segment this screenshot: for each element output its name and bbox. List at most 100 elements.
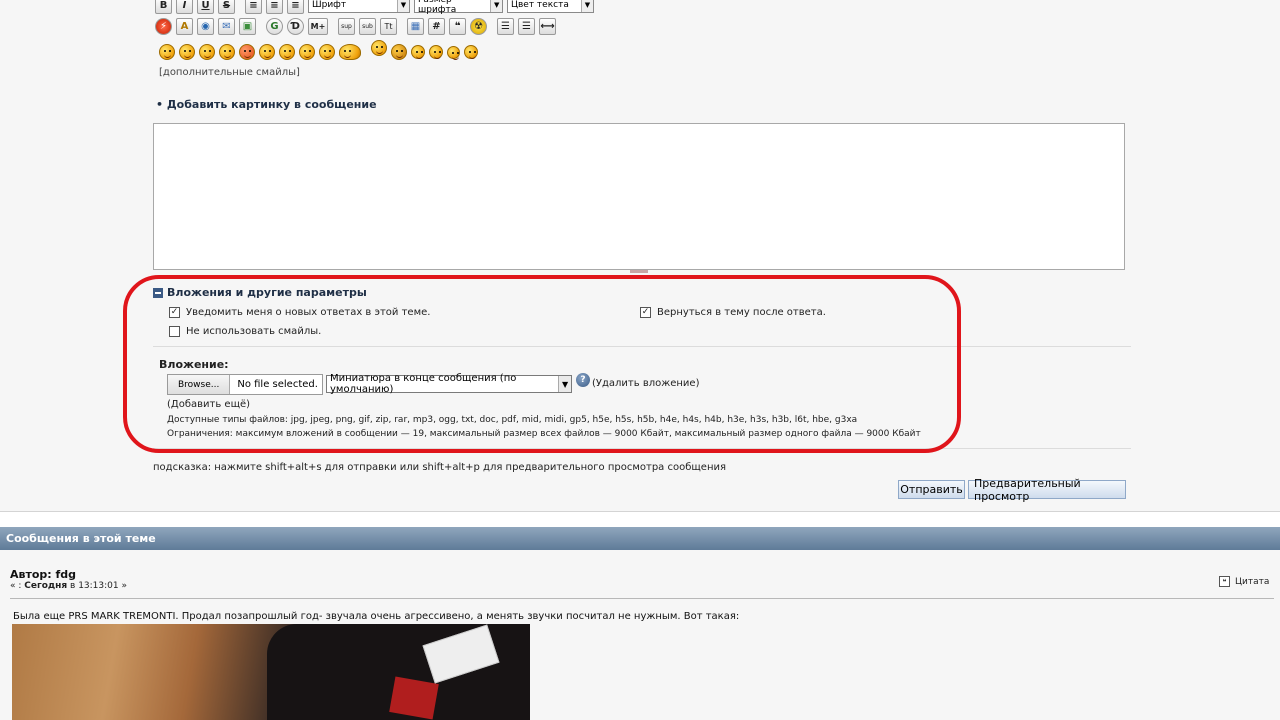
code-button[interactable]: # (428, 17, 445, 35)
sunglasses-smiley-icon[interactable] (319, 44, 335, 60)
bold-button[interactable]: B (155, 0, 172, 14)
teletype-button[interactable]: Tt (380, 17, 397, 35)
table-button[interactable]: ▦ (407, 17, 424, 35)
post-date: « : Сегодня в 13:13:01 » (10, 581, 127, 591)
email-link-button[interactable]: ✉ (218, 17, 235, 35)
flash-button[interactable]: ⚡ (155, 17, 172, 35)
smiley-icon[interactable] (411, 45, 425, 59)
glow-button[interactable]: A (176, 17, 193, 35)
quote-button[interactable]: ❝ (449, 17, 466, 35)
browse-button[interactable]: Browse... (168, 375, 231, 394)
smiley-icon[interactable] (429, 45, 443, 59)
italic-button[interactable]: I (176, 0, 193, 14)
no-smileys-checkbox[interactable] (169, 326, 180, 337)
textarea-resize-handle[interactable] (630, 270, 648, 273)
m-plus-button[interactable]: M+ (308, 17, 328, 35)
file-input[interactable]: Browse... No file selected. (167, 374, 323, 395)
smiley-icon[interactable] (159, 44, 175, 60)
divider (153, 346, 1131, 347)
globe-icon: ◉ (201, 20, 210, 32)
horizontal-rule-button[interactable]: ⟷ (539, 17, 556, 35)
subscript-button[interactable]: sub (359, 17, 376, 35)
thread-messages-header: Сообщения в этой теме (0, 527, 1280, 550)
image-icon: ▣ (242, 20, 253, 32)
logo-sticker-shape (389, 676, 439, 720)
quote-icon: ❝ (1219, 576, 1230, 587)
chevron-down-icon: ▼ (558, 376, 571, 392)
add-more-attachments-link[interactable]: (Добавить ещё) (167, 399, 250, 410)
smiley-icon[interactable] (339, 44, 361, 60)
font-select[interactable]: Шрифт ▼ (308, 0, 410, 13)
format-toolbar-row-1: B I U S ≡ ≡ ≡ Шрифт ▼ Размер шрифта ▼ Цвет… (155, 0, 598, 15)
flash-icon: ⚡ (159, 20, 168, 32)
quote-icon: ❝ (454, 20, 461, 32)
post-image (12, 624, 530, 720)
text-color-select[interactable]: Цвет текста ▼ (507, 0, 594, 13)
nuclear-button[interactable]: ☢ (470, 17, 487, 35)
attachment-limits: Ограничения: максимум вложений в сообщен… (167, 429, 921, 439)
notify-checkbox[interactable]: ✓ (169, 307, 180, 318)
align-right-button[interactable]: ≡ (287, 0, 304, 14)
numbered-list-button[interactable]: ☰ (518, 17, 535, 35)
format-toolbar-row-2: ⚡ A ◉ ✉ ▣ G Ɗ M+ sup sub Tt ▦ # ❝ ☢ ☰ ☰ … (155, 17, 560, 35)
g-button[interactable]: G (266, 17, 283, 35)
submit-button[interactable]: Отправить (898, 480, 965, 499)
collapse-icon (153, 287, 163, 298)
attachments-options-toggle[interactable]: Вложения и другие параметры (153, 286, 367, 299)
font-size-select[interactable]: Размер шрифта ▼ (414, 0, 503, 15)
post-divider (10, 598, 1274, 599)
keyboard-hint: подсказка: нажмите shift+alt+s для отпра… (153, 462, 727, 473)
d-button[interactable]: Ɗ (287, 17, 304, 35)
chevron-down-icon: ▼ (490, 0, 502, 12)
web-link-button[interactable]: ◉ (197, 17, 214, 35)
return-checkbox[interactable]: ✓ (640, 307, 651, 318)
underline-button[interactable]: U (197, 0, 214, 14)
glow-icon: A (180, 20, 189, 32)
insert-image-button[interactable]: ▣ (239, 17, 256, 35)
no-smileys-option: Не использовать смайлы. (169, 326, 321, 337)
preview-button[interactable]: Предварительный просмотр (968, 477, 1126, 503)
allowed-file-types: Доступные типы файлов: jpg, jpeg, png, g… (167, 415, 858, 425)
bullet-list-button[interactable]: ☰ (497, 17, 514, 35)
align-right-icon: ≡ (291, 0, 300, 11)
chevron-down-icon: ▼ (397, 0, 409, 12)
horizontal-rule-icon: ⟷ (540, 20, 555, 32)
bullet-list-icon: ☰ (501, 20, 510, 32)
more-smileys-link[interactable]: [дополнительные смайлы] (159, 67, 300, 78)
table-icon: ▦ (410, 20, 421, 32)
smiley-bar (159, 40, 478, 60)
align-left-icon: ≡ (249, 0, 258, 11)
superscript-button[interactable]: sup (338, 17, 355, 35)
align-center-button[interactable]: ≡ (266, 0, 283, 14)
radiation-icon: ☢ (474, 20, 483, 32)
thumbnail-select[interactable]: Миниатюра в конце сообщения (по умолчани… (326, 373, 572, 395)
message-textarea[interactable] (153, 123, 1125, 270)
remove-attachment-link[interactable]: (Удалить вложение) (592, 378, 699, 389)
smiley-icon[interactable] (371, 40, 387, 56)
return-option: ✓ Вернуться в тему после ответа. (640, 307, 826, 318)
smiley-icon[interactable] (239, 44, 255, 60)
align-left-button[interactable]: ≡ (245, 0, 262, 14)
smiley-icon[interactable] (279, 44, 295, 60)
align-center-icon: ≡ (270, 0, 279, 11)
smiley-icon[interactable] (179, 44, 195, 60)
smiley-icon[interactable] (447, 45, 460, 60)
email-icon: ✉ (222, 20, 231, 32)
numbered-list-icon: ☰ (522, 20, 531, 32)
smiley-icon[interactable] (199, 44, 215, 60)
smiley-icon[interactable] (299, 44, 315, 60)
file-status: No file selected. (237, 379, 318, 390)
help-icon[interactable]: ? (576, 373, 590, 387)
notify-option: ✓ Уведомить меня о новых ответах в этой … (169, 307, 431, 318)
quote-post-button[interactable]: ❝ Цитата (1219, 576, 1269, 587)
smiley-icon[interactable] (464, 45, 478, 59)
divider (153, 448, 1131, 449)
smiley-icon[interactable] (259, 44, 275, 60)
smiley-icon[interactable] (219, 44, 235, 60)
smiley-icon[interactable] (391, 44, 407, 60)
strike-button[interactable]: S (218, 0, 235, 14)
post-author: Автор: fdg (10, 568, 77, 581)
attachment-label: Вложение: (159, 358, 229, 371)
add-image-heading[interactable]: • Добавить картинку в сообщение (156, 98, 377, 111)
chevron-down-icon: ▼ (581, 0, 593, 12)
